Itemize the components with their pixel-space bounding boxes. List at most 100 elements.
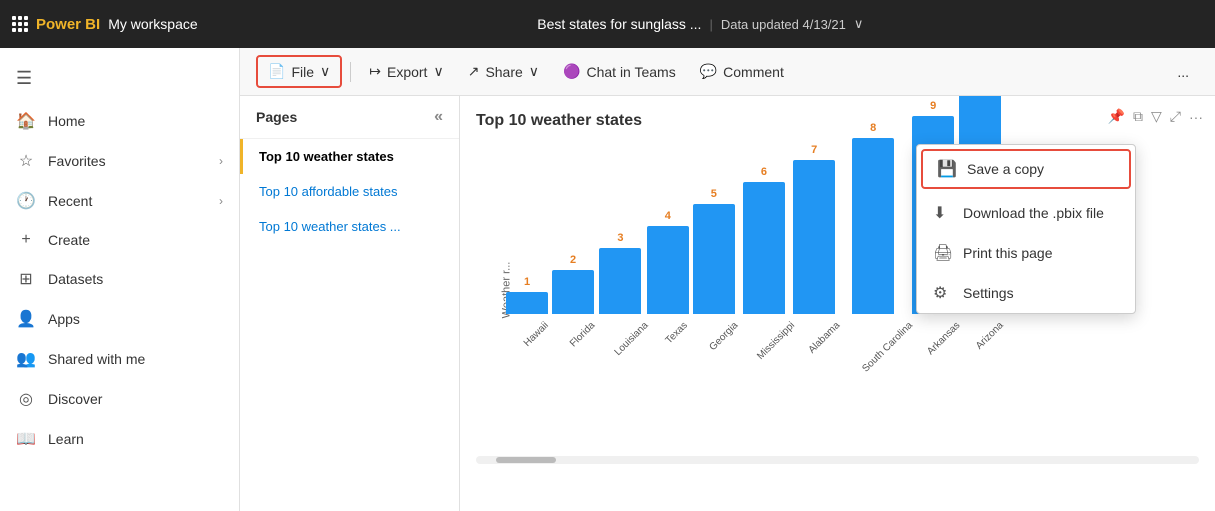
share-button[interactable]: ↗ Share ∨ xyxy=(458,57,549,86)
sidebar-label-discover: Discover xyxy=(48,391,102,407)
settings-item[interactable]: ⚙ Settings xyxy=(917,273,1135,313)
download-pbix-item[interactable]: ⬇ Download the .pbix file xyxy=(917,193,1135,233)
pages-header: Pages « xyxy=(240,96,459,139)
sidebar-label-create: Create xyxy=(48,232,90,248)
save-copy-item[interactable]: 💾 Save a copy xyxy=(921,149,1131,189)
chevron-right-icon: › xyxy=(219,154,223,168)
sidebar-label-shared: Shared with me xyxy=(48,351,145,367)
chart-area: Top 10 weather states 📌 ⧉ ▽ ⤢ ··· Weathe… xyxy=(460,96,1215,511)
bar-rect-texas xyxy=(647,226,689,314)
comment-icon: 💬 xyxy=(700,63,717,80)
learn-icon: 📖 xyxy=(16,429,36,449)
export-chevron-icon: ∨ xyxy=(433,63,443,80)
sidebar-item-create[interactable]: + Create xyxy=(0,221,239,259)
sidebar-label-learn: Learn xyxy=(48,431,84,447)
sidebar: ☰ 🏠 Home ☆ Favorites › 🕐 Recent › + Crea… xyxy=(0,48,240,511)
sidebar-item-recent[interactable]: 🕐 Recent › xyxy=(0,181,239,221)
sidebar-label-recent: Recent xyxy=(48,193,92,209)
sidebar-item-home[interactable]: 🏠 Home xyxy=(0,101,239,141)
expand-icon[interactable]: ⤢ xyxy=(1170,108,1181,125)
bar-value-arkansas: 9 xyxy=(930,100,936,112)
shared-icon: 👥 xyxy=(16,349,36,369)
filter-icon[interactable]: ▽ xyxy=(1151,108,1162,125)
bar-value-texas: 4 xyxy=(665,210,671,222)
sidebar-item-discover[interactable]: ◎ Discover xyxy=(0,379,239,419)
save-copy-icon: 💾 xyxy=(937,159,957,179)
print-page-item[interactable]: 🖨 Print this page xyxy=(917,233,1135,273)
pin-icon[interactable]: 📌 xyxy=(1108,108,1125,125)
chat-label: Chat in Teams xyxy=(586,64,675,80)
grid-icon xyxy=(12,16,28,32)
chart-more-icon[interactable]: ··· xyxy=(1189,109,1203,125)
bar-hawaii: 1 Hawaii xyxy=(506,276,548,370)
file-label: File xyxy=(291,64,314,80)
grid-launcher[interactable] xyxy=(12,16,28,32)
comment-button[interactable]: 💬 Comment xyxy=(690,57,794,86)
report-title: Best states for sunglass ... xyxy=(537,16,701,32)
home-icon: 🏠 xyxy=(16,111,36,131)
file-icon: 📄 xyxy=(268,63,285,80)
bar-south-carolina: 8 South Carolina xyxy=(839,122,907,370)
bar-value-south-carolina: 8 xyxy=(870,122,876,134)
page-item-top10affordable[interactable]: Top 10 affordable states xyxy=(240,174,459,209)
topbar-center: Best states for sunglass ... | Data upda… xyxy=(198,16,1203,32)
scrollbar-thumb[interactable] xyxy=(496,457,556,463)
horizontal-scrollbar[interactable] xyxy=(476,456,1199,464)
bar-rect-hawaii xyxy=(506,292,548,314)
sidebar-label-home: Home xyxy=(48,113,85,129)
app-logo: Power BI xyxy=(36,16,100,33)
data-updated: Data updated 4/13/21 xyxy=(721,17,846,32)
collapse-pages-button[interactable]: « xyxy=(434,108,443,126)
share-icon: ↗ xyxy=(468,63,480,80)
topbar-chevron-icon[interactable]: ∨ xyxy=(854,16,864,32)
more-button[interactable]: ... xyxy=(1167,58,1199,86)
sidebar-item-learn[interactable]: 📖 Learn xyxy=(0,419,239,459)
favorites-icon: ☆ xyxy=(16,151,36,171)
export-button[interactable]: ↦ Export ∨ xyxy=(359,57,453,86)
sidebar-item-favorites[interactable]: ☆ Favorites › xyxy=(0,141,239,181)
export-icon: ↦ xyxy=(369,63,381,80)
toolbar: 📄 File ∨ ↦ Export ∨ ↗ Share ∨ 🟣 Chat in … xyxy=(240,48,1215,96)
sidebar-label-apps: Apps xyxy=(48,311,80,327)
bar-value-alabama: 7 xyxy=(811,144,817,156)
bar-value-hawaii: 1 xyxy=(524,276,530,288)
chevron-right-icon: › xyxy=(219,194,223,208)
sidebar-item-apps[interactable]: 👤 Apps xyxy=(0,299,239,339)
page-item-top10weather2[interactable]: Top 10 weather states ... xyxy=(240,209,459,244)
page-item-top10weather[interactable]: Top 10 weather states xyxy=(240,139,459,174)
more-icon: ... xyxy=(1177,64,1189,80)
share-label: Share xyxy=(485,64,522,80)
file-chevron-icon: ∨ xyxy=(320,63,330,80)
print-label: Print this page xyxy=(963,245,1053,261)
duplicate-icon[interactable]: ⧉ xyxy=(1133,108,1143,125)
bar-state-arizona: Arizona xyxy=(973,320,1034,381)
export-label: Export xyxy=(387,64,427,80)
download-icon: ⬇ xyxy=(933,203,953,223)
download-label: Download the .pbix file xyxy=(963,205,1104,221)
bar-rect-florida xyxy=(552,270,594,314)
recent-icon: 🕐 xyxy=(16,191,36,211)
main-layout: ☰ 🏠 Home ☆ Favorites › 🕐 Recent › + Crea… xyxy=(0,48,1215,511)
bar-rect-mississippi xyxy=(743,182,785,314)
sidebar-label-datasets: Datasets xyxy=(48,271,103,287)
datasets-icon: ⊞ xyxy=(16,269,36,289)
file-button[interactable]: 📄 File ∨ xyxy=(256,55,342,88)
hamburger-button[interactable]: ☰ xyxy=(0,56,239,101)
settings-label: Settings xyxy=(963,285,1014,301)
bar-rect-georgia xyxy=(693,204,735,314)
sidebar-item-shared[interactable]: 👥 Shared with me xyxy=(0,339,239,379)
share-chevron-icon: ∨ xyxy=(529,63,539,80)
topbar: Power BI My workspace Best states for su… xyxy=(0,0,1215,48)
create-icon: + xyxy=(16,231,36,249)
chart-title: Top 10 weather states xyxy=(476,112,642,129)
content-area: 📄 File ∨ ↦ Export ∨ ↗ Share ∨ 🟣 Chat in … xyxy=(240,48,1215,511)
chat-teams-button[interactable]: 🟣 Chat in Teams xyxy=(553,57,686,86)
workspace-link[interactable]: My workspace xyxy=(108,16,197,32)
topbar-divider: | xyxy=(709,17,712,32)
pages-title: Pages xyxy=(256,109,297,125)
bar-value-georgia: 5 xyxy=(711,188,717,200)
chart-toolbar: 📌 ⧉ ▽ ⤢ ··· xyxy=(1108,108,1203,125)
bar-value-florida: 2 xyxy=(570,254,576,266)
sidebar-label-favorites: Favorites xyxy=(48,153,106,169)
sidebar-item-datasets[interactable]: ⊞ Datasets xyxy=(0,259,239,299)
